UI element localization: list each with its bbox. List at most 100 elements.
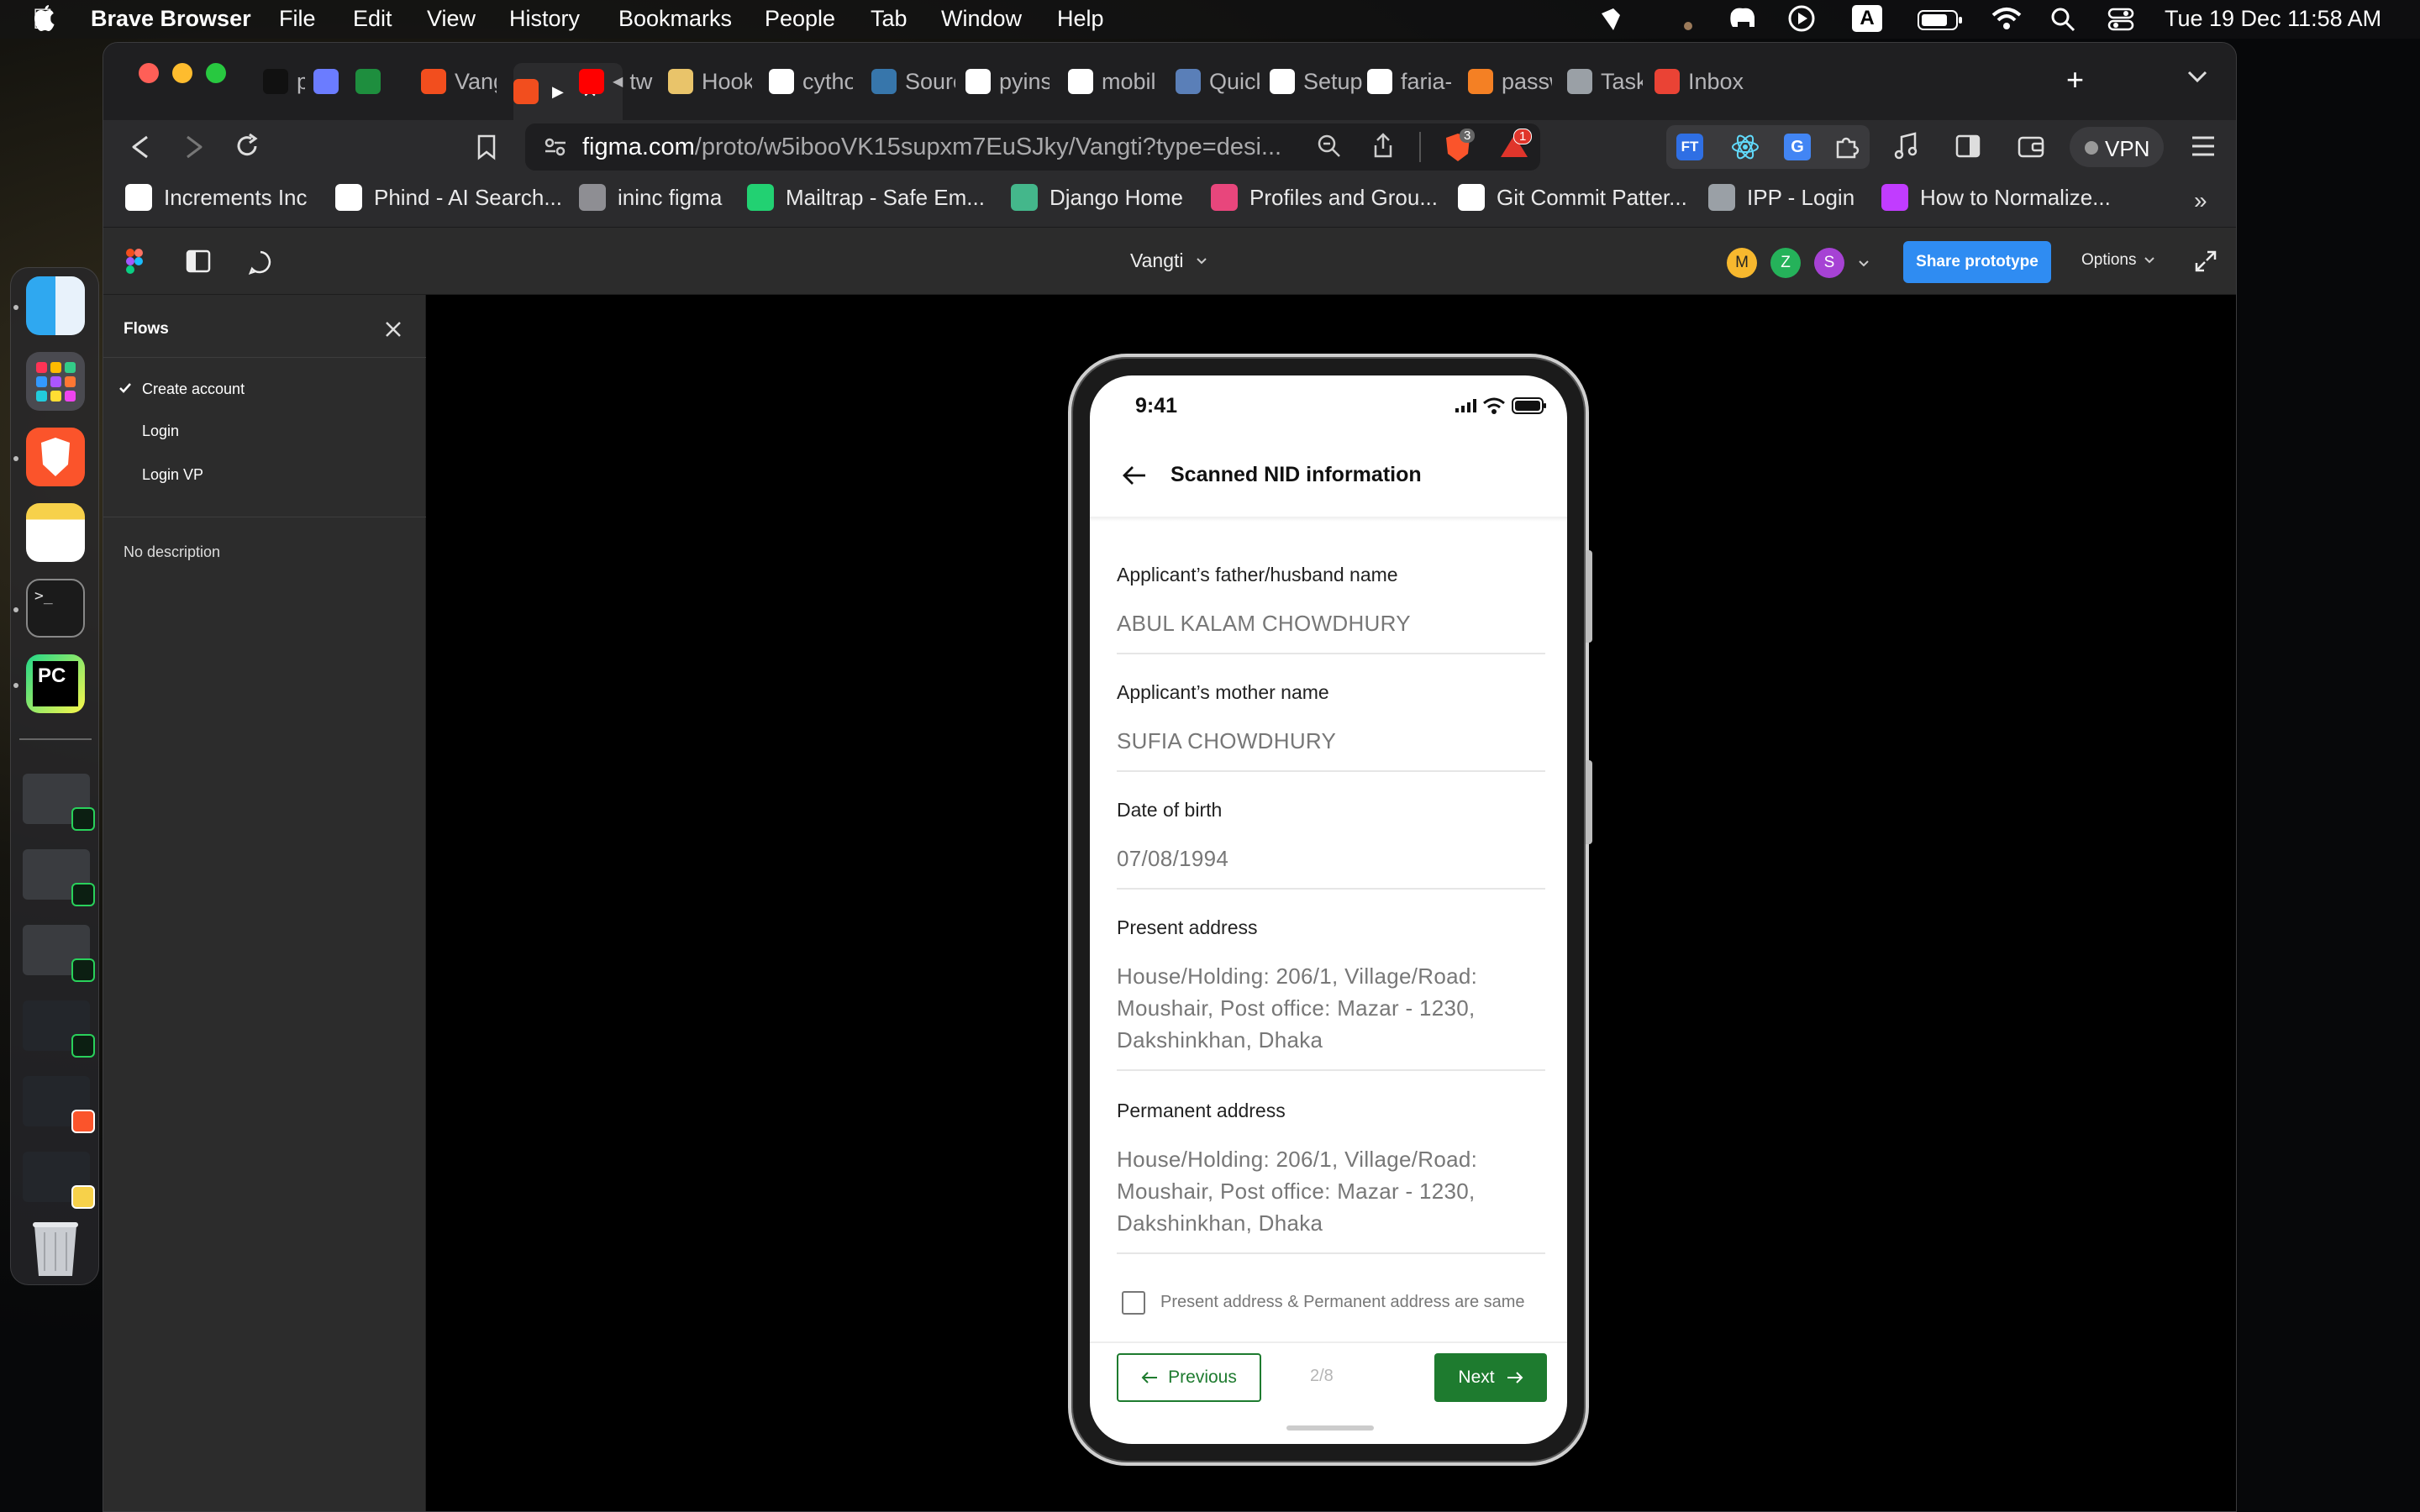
minimized-window-thumbnail[interactable]	[23, 1000, 95, 1058]
bookmark-item[interactable]: ininc figma	[579, 184, 722, 211]
input-source-icon[interactable]: A	[1852, 5, 1882, 32]
url-text[interactable]: figma.com/proto/w5ibooVK15supxm7EuSJky/V…	[582, 134, 1281, 161]
same-address-label[interactable]: Present address & Permanent address are …	[1160, 1293, 1525, 1312]
menubar-app-name[interactable]: Brave Browser	[91, 6, 251, 32]
tab[interactable]: pyins	[965, 63, 1050, 100]
menu-help[interactable]: Help	[1057, 6, 1104, 32]
share-icon[interactable]	[1372, 132, 1394, 163]
tab[interactable]: Task	[1567, 63, 1643, 100]
same-address-checkbox[interactable]	[1122, 1291, 1145, 1315]
speaker-icon[interactable]: ◀	[613, 73, 623, 90]
brave-rewards-icon[interactable]: 1	[1498, 129, 1533, 165]
trash-icon[interactable]	[26, 1215, 85, 1276]
next-button[interactable]: Next	[1434, 1353, 1547, 1402]
close-sidebar-icon[interactable]	[384, 320, 402, 343]
extension-icon[interactable]	[1598, 7, 1623, 38]
flow-item-login[interactable]: Login	[103, 414, 426, 448]
tab[interactable]: Sourc	[871, 63, 955, 100]
toggle-sidebar-icon[interactable]	[186, 249, 211, 277]
back-arrow-icon[interactable]	[1122, 465, 1147, 491]
flow-item-login-vp[interactable]: Login VP	[103, 458, 426, 491]
bookmark-item[interactable]: IPP - Login	[1708, 184, 1854, 211]
menu-people[interactable]: People	[765, 6, 835, 32]
bookmark-item[interactable]: Profiles and Grou...	[1211, 184, 1438, 211]
menu-tab[interactable]: Tab	[871, 6, 908, 32]
fullscreen-icon[interactable]	[2194, 249, 2217, 277]
vpn-button[interactable]: VPN	[2070, 127, 2164, 167]
minimized-window-thumbnail[interactable]	[23, 925, 95, 982]
tab[interactable]: Setup	[1270, 63, 1362, 100]
extensions-puzzle-icon[interactable]	[1833, 134, 1860, 165]
tab-list-chevron-icon[interactable]	[2186, 68, 2209, 89]
hamburger-menu-icon[interactable]	[2191, 135, 2216, 161]
menu-file[interactable]: File	[279, 6, 316, 32]
avatars-chevron-icon[interactable]	[1858, 260, 1870, 268]
close-window-button[interactable]	[139, 63, 159, 83]
forward-icon[interactable]	[181, 134, 206, 165]
bookmark-item[interactable]: Mailtrap - Safe Em...	[747, 184, 985, 211]
apple-logo-icon[interactable]	[32, 5, 57, 34]
brave-browser-icon[interactable]	[26, 428, 85, 486]
brave-shields-icon[interactable]: 3	[1443, 129, 1476, 168]
bookmark-item[interactable]: Phind - AI Search...	[335, 184, 562, 211]
menu-edit[interactable]: Edit	[353, 6, 392, 32]
menu-bookmarks[interactable]: Bookmarks	[618, 6, 732, 32]
minimize-window-button[interactable]	[172, 63, 192, 83]
finder-icon[interactable]	[26, 276, 85, 335]
bookmark-page-icon[interactable]	[476, 134, 497, 165]
new-tab-icon[interactable]: +	[2066, 65, 2084, 95]
tab[interactable]: passw	[1468, 63, 1552, 100]
more-bookmarks-icon[interactable]: »	[2194, 187, 2207, 214]
control-center-icon[interactable]	[2107, 7, 2134, 38]
bookmark-item[interactable]: Git Commit Patter...	[1458, 184, 1687, 211]
previous-button[interactable]: Previous	[1117, 1353, 1261, 1402]
minimized-window-thumbnail[interactable]	[23, 849, 95, 906]
spotlight-search-icon[interactable]	[2050, 7, 2075, 38]
file-name-dropdown[interactable]: Vangti	[1130, 249, 1207, 272]
launchpad-icon[interactable]	[26, 352, 85, 411]
options-dropdown[interactable]: Options	[2081, 251, 2155, 270]
comment-icon[interactable]	[248, 249, 273, 279]
menu-view[interactable]: View	[427, 6, 476, 32]
music-note-icon[interactable]	[1893, 132, 1918, 165]
play-circle-icon[interactable]	[1788, 5, 1815, 38]
menu-history[interactable]: History	[509, 6, 580, 32]
terminal-icon[interactable]: >_	[26, 579, 85, 638]
sidebar-toggle-icon[interactable]	[1955, 134, 1981, 163]
tab[interactable]	[313, 63, 347, 100]
zoom-out-icon[interactable]	[1317, 134, 1342, 163]
tab[interactable]: cytho	[769, 63, 853, 100]
address-bar[interactable]: figma.com/proto/w5ibooVK15supxm7EuSJky/V…	[525, 123, 1540, 171]
google-translate-icon[interactable]: G	[1784, 134, 1811, 160]
avatar[interactable]: S	[1814, 248, 1844, 278]
minimized-window-thumbnail[interactable]	[23, 1152, 95, 1209]
avatar[interactable]: M	[1727, 248, 1757, 278]
zoom-window-button[interactable]	[206, 63, 226, 83]
avatar[interactable]: Z	[1770, 248, 1801, 278]
elephant-icon[interactable]	[1726, 5, 1760, 39]
notes-icon[interactable]	[26, 503, 85, 562]
ft-extension-icon[interactable]: FT	[1676, 134, 1703, 160]
tab[interactable]: Inbox	[1655, 63, 1747, 100]
wallet-icon[interactable]	[2018, 134, 2044, 163]
tab[interactable]: p	[263, 63, 305, 100]
bookmark-item[interactable]: Increments Inc	[125, 184, 308, 211]
share-prototype-button[interactable]: Share prototype	[1903, 241, 2051, 283]
battery-icon[interactable]	[1918, 10, 1963, 36]
wifi-icon[interactable]	[1991, 7, 2022, 36]
minimized-window-thumbnail[interactable]	[23, 774, 95, 831]
figma-logo-icon[interactable]	[125, 248, 144, 279]
bookmark-item[interactable]: How to Normalize...	[1881, 184, 2111, 211]
reload-icon[interactable]	[233, 132, 261, 165]
tab[interactable]	[355, 63, 389, 100]
menubar-clock[interactable]: Tue 19 Dec 11:58 AM	[2165, 6, 2381, 32]
bookmark-item[interactable]: Django Home	[1011, 184, 1183, 211]
tab[interactable]: Vangt	[421, 63, 497, 100]
pycharm-icon[interactable]: PC	[26, 654, 85, 713]
tab[interactable]: mobil	[1068, 63, 1160, 100]
tab[interactable]: faria-	[1367, 63, 1451, 100]
back-icon[interactable]	[129, 134, 154, 165]
react-devtools-icon[interactable]	[1730, 132, 1760, 166]
site-settings-icon[interactable]	[544, 137, 567, 161]
minimized-window-thumbnail[interactable]	[23, 1076, 95, 1133]
